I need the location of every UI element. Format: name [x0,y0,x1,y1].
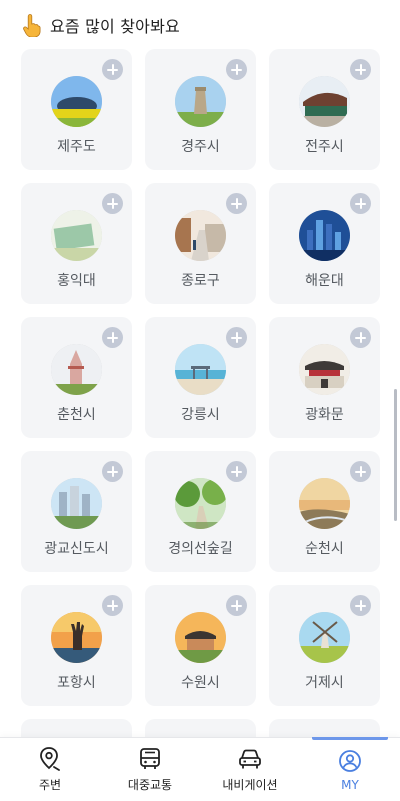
tab-label: 대중교통 [127,778,173,792]
add-button[interactable] [102,595,123,616]
place-name: 홍익대 [57,273,96,289]
tab-my[interactable]: MY [300,737,400,801]
forest-path-image [175,478,226,529]
place-card-chuncheon[interactable]: 춘천시 [21,317,132,438]
place-card-suncheon[interactable]: 순천시 [269,451,380,572]
place-card-gwanghwamun[interactable]: 광화문 [269,317,380,438]
add-button[interactable] [102,327,123,348]
place-card-geoje[interactable]: 거제시 [269,585,380,706]
place-card-hongik[interactable]: 홍익대 [21,183,132,304]
place-name: 거제시 [305,675,344,691]
haeundae-skyline-image [299,210,350,261]
place-card-gangneung[interactable]: 강릉시 [145,317,256,438]
gwanghwamun-gate-image [299,344,350,395]
jeonju-hanok-roof-image [299,76,350,127]
tab-label: 내비게이션 [222,778,278,792]
pointing-up-hand-icon [23,14,41,37]
place-card-forest-path[interactable]: 경의선숲길 [145,451,256,572]
place-name: 전주시 [305,139,344,155]
add-button[interactable] [102,461,123,482]
place-card-jeonju[interactable]: 전주시 [269,49,380,170]
place-name: 해운대 [305,273,344,289]
place-card-gyeongju[interactable]: 경주시 [145,49,256,170]
place-card-haeundae[interactable]: 해운대 [269,183,380,304]
location-pin-icon [40,747,60,771]
tab-nearby[interactable]: 주변 [0,738,100,801]
add-button[interactable] [102,59,123,80]
place-name: 순천시 [305,541,344,557]
place-name: 광교신도시 [44,541,109,557]
place-card-partial[interactable] [269,719,380,739]
jeju-island-image [51,76,102,127]
bus-icon [140,748,160,769]
pohang-hand-statue-image [51,612,102,663]
tab-public-transit[interactable]: 대중교통 [100,738,200,801]
tab-label: MY [341,777,359,792]
add-button[interactable] [226,595,247,616]
place-name: 경주시 [181,139,220,155]
section-title: 요즘 많이 찾아봐요 [50,17,180,36]
hongik-sign-image [51,210,102,261]
add-button[interactable] [226,327,247,348]
add-button[interactable] [350,59,371,80]
place-name: 강릉시 [181,407,220,423]
bottom-tab-bar: 주변 대중교통 내비게이션 MY [0,737,400,801]
place-card-partial[interactable] [145,719,256,739]
place-name: 제주도 [57,139,96,155]
place-card-suwon[interactable]: 수원시 [145,585,256,706]
add-button[interactable] [226,461,247,482]
chuncheon-tower-image [51,344,102,395]
jongno-street-image [175,210,226,261]
suncheon-wetland-image [299,478,350,529]
place-card-jongno[interactable]: 종로구 [145,183,256,304]
place-name: 춘천시 [57,407,96,423]
place-name: 종로구 [181,273,220,289]
add-button[interactable] [350,193,371,214]
add-button[interactable] [102,193,123,214]
gwanggyo-apartments-image [51,478,102,529]
place-card-pohang[interactable]: 포항시 [21,585,132,706]
place-name: 수원시 [181,675,220,691]
tab-label: 주변 [38,778,62,792]
add-button[interactable] [226,59,247,80]
place-card-partial[interactable] [21,719,132,739]
place-name: 광화문 [305,407,344,423]
place-name: 경의선숲길 [168,541,233,557]
add-button[interactable] [350,327,371,348]
section-header: 요즘 많이 찾아봐요 [22,12,180,38]
user-profile-icon [339,749,361,772]
place-card-jeju[interactable]: 제주도 [21,49,132,170]
place-card-gwanggyo[interactable]: 광교신도시 [21,451,132,572]
suwon-fortress-image [175,612,226,663]
add-button[interactable] [350,461,371,482]
tab-navigation[interactable]: 내비게이션 [200,738,300,801]
place-name: 포항시 [57,675,96,691]
geoje-windmill-image [299,612,350,663]
add-button[interactable] [226,193,247,214]
gyeongju-cheomseongdae-image [175,76,226,127]
add-button[interactable] [350,595,371,616]
gangneung-beach-image [175,344,226,395]
scrollbar[interactable] [394,389,397,521]
car-icon [239,749,261,769]
